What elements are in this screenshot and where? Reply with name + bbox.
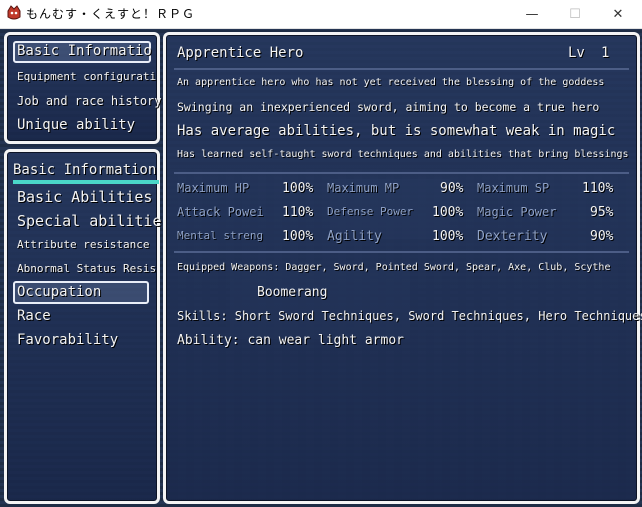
description-line: Swinging an inexperienced sword, aiming … — [177, 100, 600, 114]
stat-value: 90% — [440, 181, 464, 196]
equipped-weapons: Equipped Weapons: Dagger, Sword, Pointed… — [177, 262, 611, 273]
stat-label: Dexterity — [477, 229, 548, 244]
title-bar: もんむす・くえすと！ＲＰＧ — ☐ ✕ — [0, 0, 642, 29]
stat-value: 110% — [582, 181, 614, 196]
side-menu-item-special-abilities[interactable]: Special abilitie — [17, 212, 162, 230]
level-label: Lv — [568, 45, 585, 61]
stat-value: 90% — [590, 229, 614, 244]
stat-label: Maximum SP — [477, 181, 550, 195]
stat-value: 100% — [282, 229, 314, 244]
divider — [174, 68, 629, 70]
top-menu-item-job-history[interactable]: Job and race history — [17, 94, 162, 108]
stat-label: Maximum MP — [327, 181, 400, 195]
top-menu-item-unique-ability[interactable]: Unique ability — [17, 117, 135, 133]
top-menu-item-basic-information[interactable]: Basic Informatio — [17, 43, 152, 59]
side-menu-item-abnormal-status[interactable]: Abnormal Status Resis — [17, 262, 156, 275]
description-line: Has learned self-taught sword techniques… — [177, 149, 629, 160]
header-underline — [13, 180, 159, 184]
ability-line: Ability: can wear light armor — [177, 333, 404, 348]
stat-value: 100% — [432, 229, 464, 244]
skills-line: Skills: Short Sword Techniques, Sword Te… — [177, 309, 642, 323]
stat-value: 95% — [590, 205, 614, 220]
description-line: Has average abilities, but is somewhat w… — [177, 123, 616, 139]
maximize-button[interactable]: ☐ — [553, 0, 597, 28]
top-menu-item-equipment[interactable]: Equipment configurati — [17, 70, 156, 83]
stat-label: Maximum HP — [177, 181, 250, 195]
description-line: An apprentice hero who has not yet recei… — [177, 77, 605, 88]
detail-window: Apprentice Hero Lv 1 An apprentice hero … — [163, 32, 642, 504]
side-menu-item-occupation[interactable]: Occupation — [17, 284, 101, 300]
stat-value: 110% — [282, 205, 314, 220]
stat-label: Attack Powei — [177, 205, 264, 219]
game-screen: Basic Informatio Equipment configurati J… — [0, 29, 642, 507]
minimize-button[interactable]: — — [510, 0, 554, 28]
app-icon — [7, 5, 21, 20]
stat-label: Mental streng — [177, 229, 264, 242]
divider — [174, 251, 629, 253]
level-value: 1 — [601, 45, 610, 61]
stat-label: Magic Power — [477, 205, 557, 219]
side-menu-item-attribute-resistance[interactable]: Attribute resistance — [17, 238, 149, 251]
category-header: Basic Information — [13, 162, 157, 178]
side-menu-item-basic-abilities[interactable]: Basic Abilities — [17, 188, 152, 206]
job-name: Apprentice Hero — [177, 45, 304, 61]
side-menu-item-race[interactable]: Race — [17, 308, 51, 324]
close-button[interactable]: ✕ — [596, 0, 640, 28]
stat-value: 100% — [282, 181, 314, 196]
side-menu-item-favorability[interactable]: Favorability — [17, 332, 118, 348]
window-title: もんむす・くえすと！ＲＰＧ — [26, 7, 196, 21]
divider — [174, 172, 629, 174]
category-window: Basic Information Basic Abilities Specia… — [4, 149, 162, 504]
stat-label: Defense Power — [327, 205, 414, 218]
equipped-weapons-continued: Boomerang — [257, 285, 328, 300]
stat-label: Agility — [327, 229, 382, 244]
stat-value: 100% — [432, 205, 464, 220]
top-menu-window: Basic Informatio Equipment configurati J… — [4, 32, 162, 144]
